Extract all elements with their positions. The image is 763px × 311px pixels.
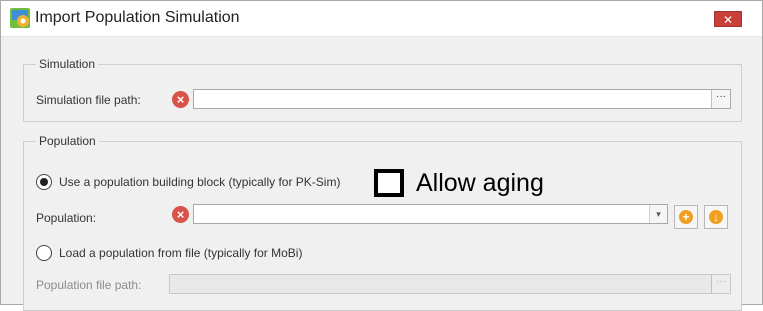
population-simulation-icon: [10, 8, 30, 28]
load-from-file-label: Load a population from file (typically f…: [59, 246, 303, 260]
chevron-down-icon[interactable]: ▾: [649, 205, 667, 223]
ellipsis-icon: ···: [716, 91, 726, 102]
population-group-title: Population: [36, 134, 99, 148]
population-label: Population:: [36, 211, 97, 225]
error-icon: ×: [172, 206, 189, 223]
population-file-path-label: Population file path:: [36, 278, 142, 292]
simulation-file-path-input[interactable]: ···: [193, 89, 731, 109]
plus-icon: +: [679, 210, 693, 224]
population-group: Population Use a population building blo…: [23, 134, 742, 311]
simulation-group: Simulation Simulation file path: × ···: [23, 57, 742, 122]
use-building-block-radio[interactable]: [36, 174, 52, 190]
simulation-file-path-label: Simulation file path:: [36, 93, 141, 107]
allow-aging-checkbox[interactable]: [374, 169, 404, 197]
close-icon: ✕: [722, 13, 734, 27]
load-from-file-radio[interactable]: [36, 245, 52, 261]
simulation-browse-button[interactable]: ···: [711, 90, 730, 108]
simulation-group-title: Simulation: [36, 57, 99, 71]
allow-aging-label: Allow aging: [416, 169, 544, 197]
population-file-browse-button[interactable]: ···: [711, 275, 730, 293]
download-icon: ↓: [709, 210, 723, 224]
use-building-block-label: Use a population building block (typical…: [59, 175, 341, 189]
load-population-button[interactable]: ↓: [704, 205, 728, 229]
error-icon: ×: [172, 91, 189, 108]
close-button[interactable]: ✕: [714, 11, 742, 27]
title-bar: Import Population Simulation ✕: [1, 1, 762, 37]
ellipsis-icon: ···: [716, 276, 726, 287]
add-population-button[interactable]: +: [674, 205, 698, 229]
import-population-simulation-dialog: Import Population Simulation ✕ Simulatio…: [0, 0, 763, 311]
population-select[interactable]: ▾: [193, 204, 668, 224]
population-file-path-input[interactable]: ···: [169, 274, 731, 294]
window-title: Import Population Simulation: [35, 9, 240, 26]
